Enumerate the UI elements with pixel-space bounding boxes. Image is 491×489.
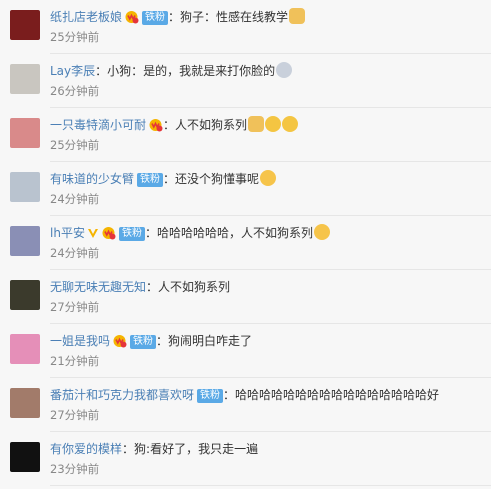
comment-timestamp: 25分钟前 xyxy=(50,138,100,152)
username-link[interactable]: 番茄汁和巧克力我都喜欢呀 xyxy=(50,388,194,402)
comment-text: 人不如狗系列 xyxy=(175,118,248,132)
avatar[interactable] xyxy=(10,64,40,94)
comment-line: 番茄汁和巧克力我都喜欢呀 铁粉 ：哈哈哈哈哈哈哈哈哈哈哈哈哈哈哈哈好 xyxy=(50,386,485,404)
comment-timestamp: 27分钟前 xyxy=(50,408,100,422)
avatar[interactable] xyxy=(10,118,40,148)
comment-text: 还没个狗懂事呢 xyxy=(175,172,260,186)
comment-item: 有你爱的模样：狗:看好了，我只走一遍 23分钟前 xyxy=(0,432,491,486)
username-link[interactable]: 有味道的少女臂 xyxy=(50,172,134,186)
colon-separator: ： xyxy=(223,388,236,402)
laugh-cry-emoji xyxy=(265,116,282,132)
avatar[interactable] xyxy=(10,226,40,256)
comment-text: 哈哈哈哈哈哈哈哈哈哈哈哈哈哈哈哈好 xyxy=(235,388,440,402)
comment-timestamp: 25分钟前 xyxy=(50,30,100,44)
comment-text: 人不如狗系列 xyxy=(158,280,231,294)
vip-member-icon xyxy=(101,226,116,240)
avatar[interactable] xyxy=(10,442,40,472)
avatar[interactable] xyxy=(10,10,40,40)
comment-line: 纸扎店老板娘 铁粉 ：狗子：性感在线教学 xyxy=(50,8,485,26)
vip-member-icon xyxy=(112,334,127,348)
avatar[interactable] xyxy=(10,280,40,310)
comment-timestamp: 24分钟前 xyxy=(50,246,100,260)
comment-item: 番茄汁和巧克力我都喜欢呀 铁粉 ：哈哈哈哈哈哈哈哈哈哈哈哈哈哈哈哈好 27分钟前 xyxy=(0,378,491,432)
laugh-cry-emoji xyxy=(282,116,299,132)
comment-line: 无聊无味无趣无知：人不如狗系列 xyxy=(50,278,485,296)
comment-item: 纸扎店老板娘 铁粉 ：狗子：性感在线教学 25分钟前 xyxy=(0,0,491,54)
comment-timestamp: 24分钟前 xyxy=(50,192,100,206)
username-link[interactable]: Lay李辰 xyxy=(50,64,95,78)
username-link[interactable]: 一姐是我吗 xyxy=(50,334,110,348)
comment-line: Lay李辰：小狗：是的，我就是来打你脸的 xyxy=(50,62,485,80)
comment-item: 一姐是我吗 铁粉 ：狗闹明白咋走了 21分钟前 xyxy=(0,324,491,378)
fan-badge: 铁粉 xyxy=(197,389,224,403)
avatar[interactable] xyxy=(10,334,40,364)
username-link[interactable]: lh平安 xyxy=(50,226,85,240)
comment-item: 有味道的少女臂 铁粉 ：还没个狗懂事呢 24分钟前 xyxy=(0,162,491,216)
comment-text: 狗闹明白咋走了 xyxy=(168,334,253,348)
laugh-emoji xyxy=(313,224,330,240)
comment-text: 狗子：性感在线教学 xyxy=(180,10,289,24)
comment-line: 有你爱的模样：狗:看好了，我只走一遍 xyxy=(50,440,485,458)
username-link[interactable]: 一只毒特滴小可耐 xyxy=(50,118,146,132)
colon-separator: ： xyxy=(156,334,169,348)
username-link[interactable]: 纸扎店老板娘 xyxy=(50,10,122,24)
comment-item: 无聊无味无趣无知：人不如狗系列 27分钟前 xyxy=(0,270,491,324)
comment-line: 有味道的少女臂 铁粉 ：还没个狗懂事呢 xyxy=(50,170,485,188)
comment-text: 小狗：是的，我就是来打你脸的 xyxy=(107,64,276,78)
fan-badge: 铁粉 xyxy=(142,11,169,25)
colon-separator: ： xyxy=(146,280,159,294)
fan-badge: 铁粉 xyxy=(137,173,164,187)
colon-separator: ： xyxy=(168,10,181,24)
comment-item: Lay李辰：小狗：是的，我就是来打你脸的 26分钟前 xyxy=(0,54,491,108)
blink-face-emoji xyxy=(276,62,293,78)
comment-line: lh平安 铁粉 ：哈哈哈哈哈哈，人不如狗系列 xyxy=(50,224,485,242)
verified-v-icon xyxy=(87,226,99,238)
comment-item: lh平安 铁粉 ：哈哈哈哈哈哈，人不如狗系列 24分钟前 xyxy=(0,216,491,270)
comment-timestamp: 26分钟前 xyxy=(50,84,100,98)
colon-separator: ： xyxy=(163,172,176,186)
comment-text: 哈哈哈哈哈哈，人不如狗系列 xyxy=(156,226,313,240)
comment-line: 一姐是我吗 铁粉 ：狗闹明白咋走了 xyxy=(50,332,485,350)
colon-separator: ： xyxy=(95,64,108,78)
laugh-emoji xyxy=(260,170,277,186)
avatar[interactable] xyxy=(10,172,40,202)
username-link[interactable]: 无聊无味无趣无知 xyxy=(50,280,146,294)
comment-text: 狗:看好了，我只走一遍 xyxy=(134,442,259,456)
vip-member-icon xyxy=(124,10,139,24)
comment-timestamp: 23分钟前 xyxy=(50,462,100,476)
comment-line: 一只毒特滴小可耐 ：人不如狗系列 xyxy=(50,116,485,134)
dog-face-emoji xyxy=(289,8,306,24)
vip-member-icon xyxy=(148,118,163,132)
comment-item: 一只毒特滴小可耐 ：人不如狗系列 25分钟前 xyxy=(0,108,491,162)
fan-badge: 铁粉 xyxy=(118,227,145,241)
fan-badge: 铁粉 xyxy=(130,335,157,349)
colon-separator: ： xyxy=(122,442,135,456)
comment-timestamp: 27分钟前 xyxy=(50,300,100,314)
colon-separator: ： xyxy=(163,118,176,132)
comment-timestamp: 21分钟前 xyxy=(50,354,100,368)
dog-face-emoji xyxy=(248,116,265,132)
avatar[interactable] xyxy=(10,388,40,418)
username-link[interactable]: 有你爱的模样 xyxy=(50,442,122,456)
colon-separator: ： xyxy=(144,226,157,240)
